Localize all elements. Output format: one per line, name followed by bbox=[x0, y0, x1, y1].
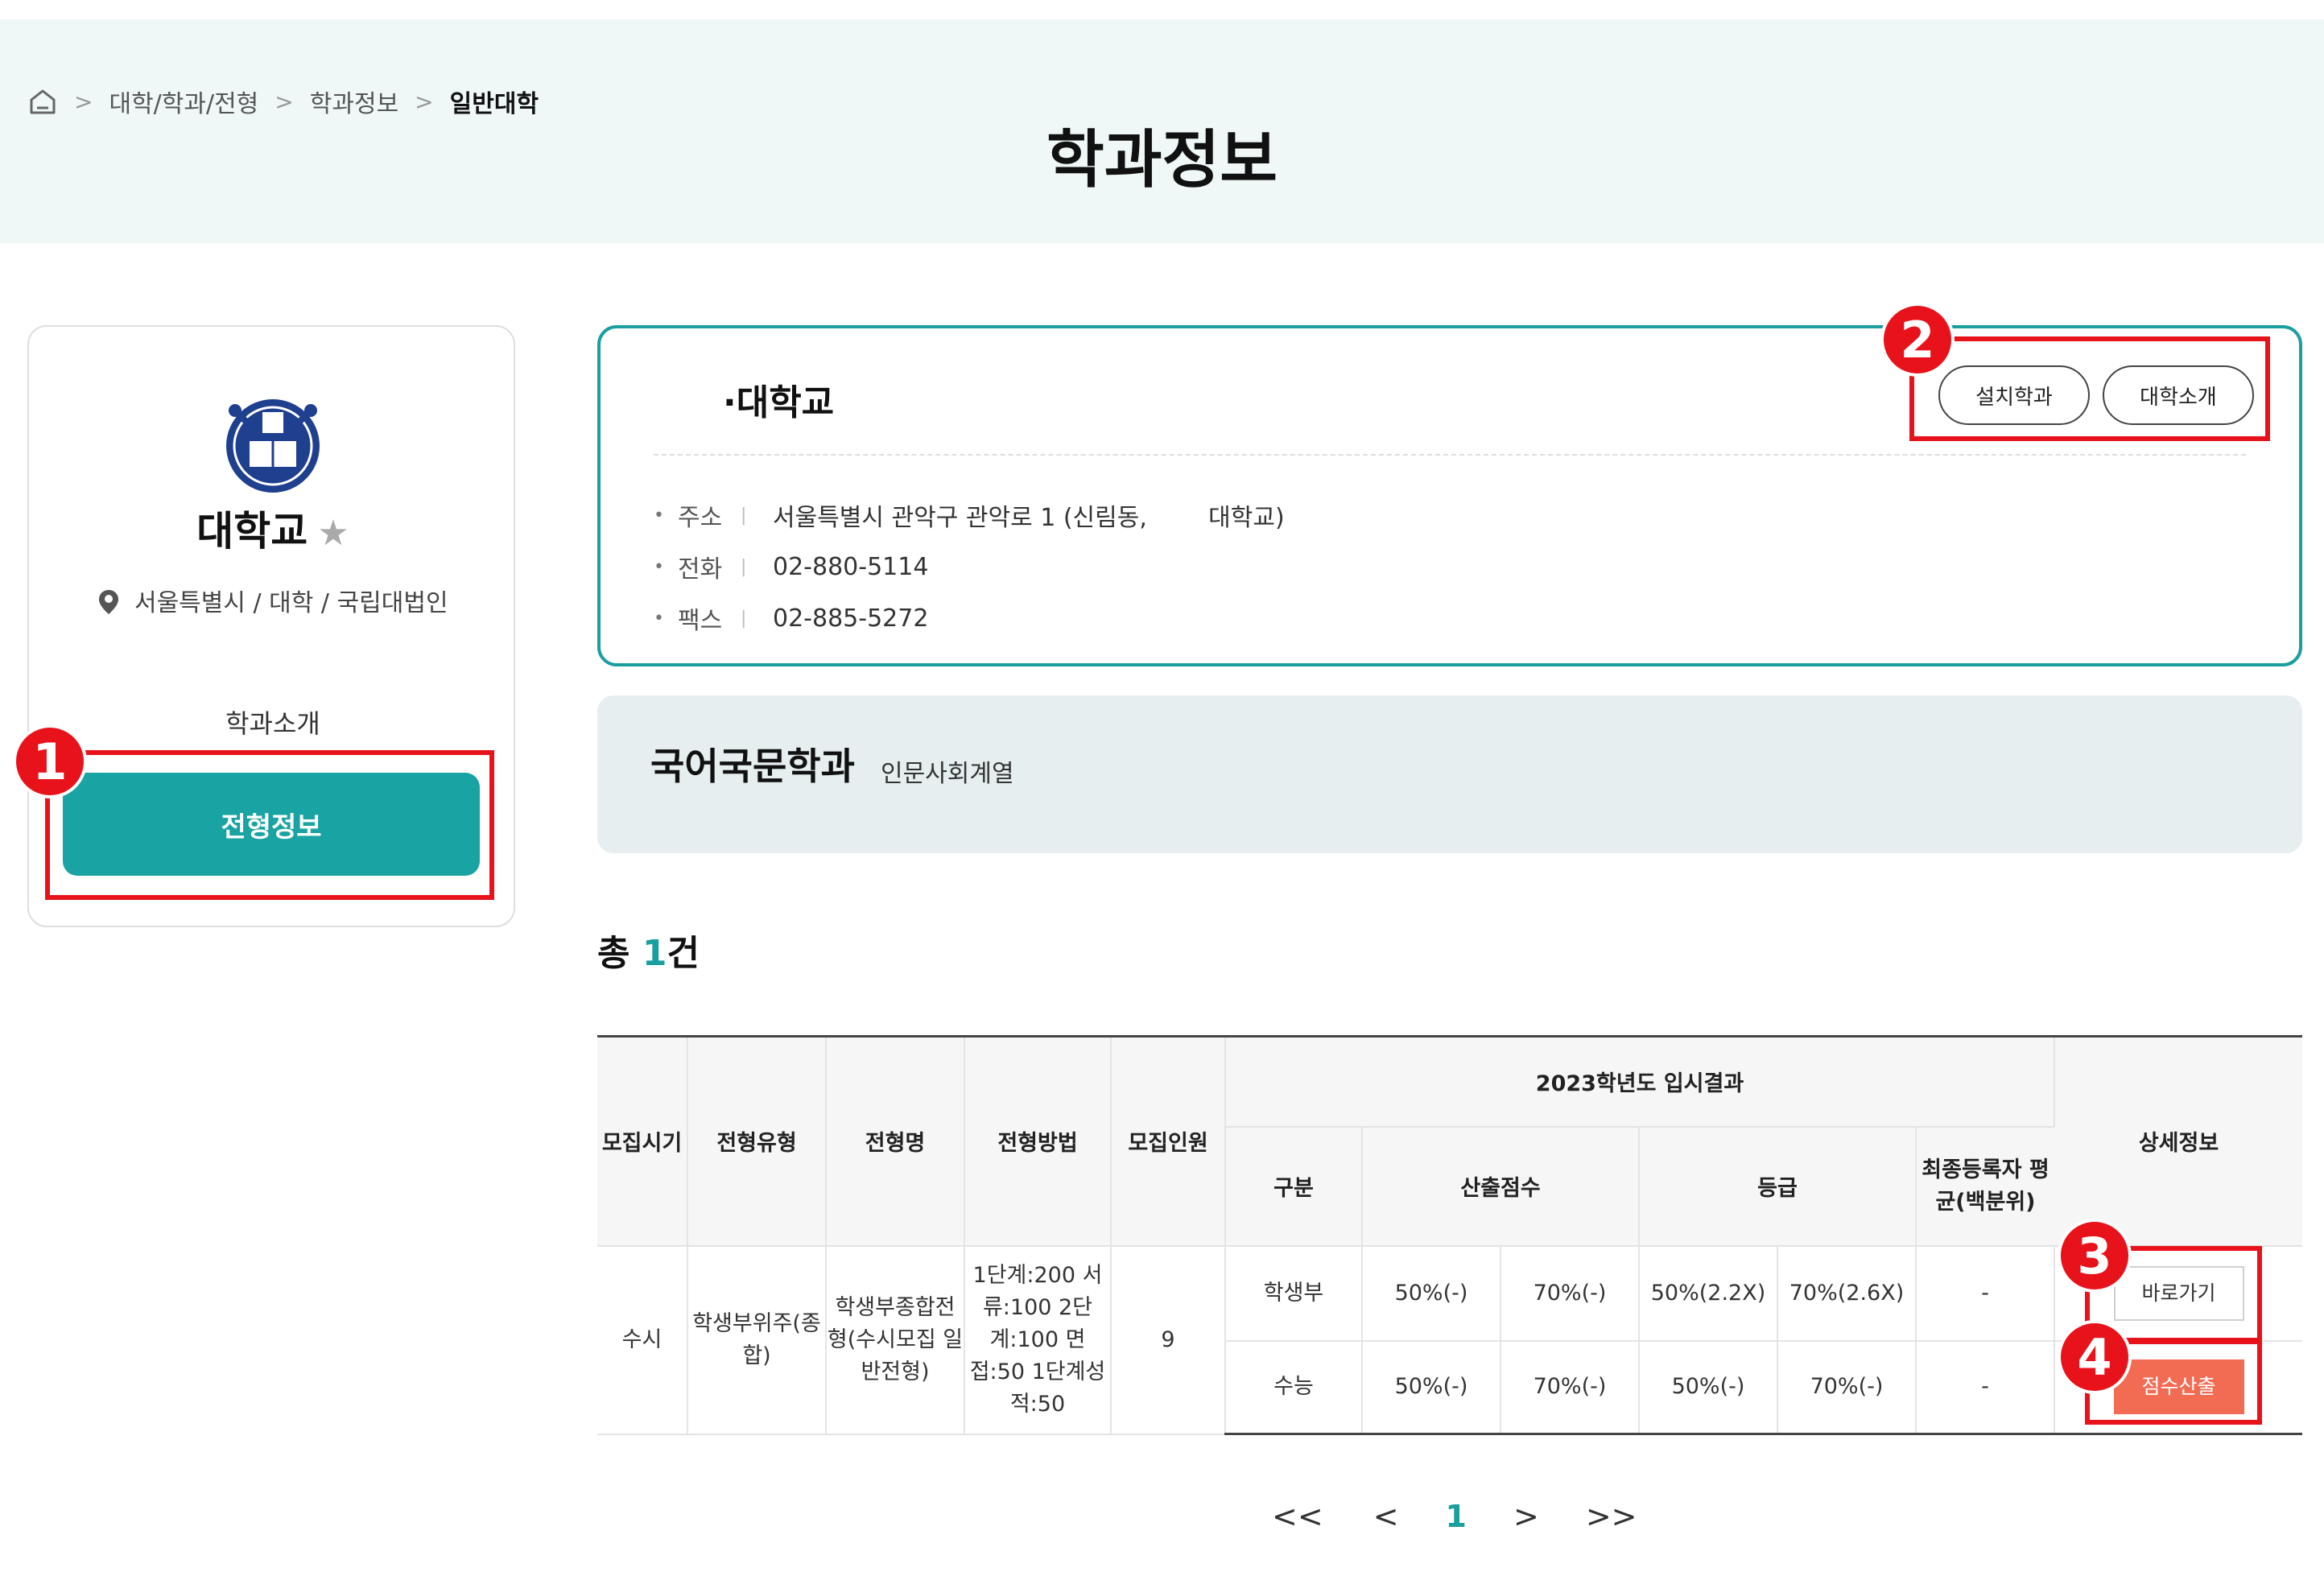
cell-quota: 9 bbox=[1111, 1245, 1226, 1435]
table-row: 수시 학생부위주(종합) 학생부종합전형(수시모집 일반전형) 1단계:200 … bbox=[597, 1245, 2302, 1435]
total-count: 총 1건 bbox=[597, 924, 700, 976]
cell-method: 1단계:200 서류:100 2단계:100 면접:50 1단계성적:50 bbox=[964, 1245, 1112, 1435]
info-value: 02-880-5114 bbox=[773, 552, 929, 581]
info-list: • 주소 | 서울특별시 관악구 관악로 1 (신림동, 대학교) • 전화 |… bbox=[654, 489, 1285, 644]
annotation-badge-4: 4 bbox=[2058, 1320, 2132, 1394]
pagination: << < 1 > >> bbox=[1272, 1499, 1637, 1534]
cell-score: 50%(-) bbox=[1362, 1340, 1501, 1435]
info-value: 02-885-5272 bbox=[773, 604, 929, 633]
total-prefix: 총 bbox=[597, 933, 642, 974]
page-title: 학과정보 bbox=[1046, 124, 1278, 196]
header-grade: 등급 bbox=[1639, 1126, 1917, 1247]
info-item-fax: • 팩스 | 02-885-5272 bbox=[654, 592, 1285, 644]
header-period: 모집시기 bbox=[597, 1035, 688, 1247]
cell-grade: 70%(-) bbox=[1777, 1340, 1917, 1435]
department-name: 국어국문학과 bbox=[650, 745, 855, 788]
cell-period: 수시 bbox=[597, 1245, 688, 1435]
first-page-button[interactable]: << bbox=[1272, 1499, 1323, 1534]
cell-division: 수능 bbox=[1225, 1340, 1363, 1435]
last-page-button[interactable]: >> bbox=[1586, 1499, 1637, 1534]
cell-grade: 50%(2.2X) bbox=[1639, 1245, 1778, 1342]
page-header: > 대학/학과/전형 > 학과정보 > 일반대학 학과정보 bbox=[0, 19, 2324, 243]
info-item-phone: • 전화 | 02-880-5114 bbox=[654, 541, 1285, 592]
cell-grade: 50%(-) bbox=[1639, 1340, 1778, 1435]
annotation-badge-2: 2 bbox=[1880, 303, 1955, 377]
header-detail: 상세정보 bbox=[2054, 1035, 2302, 1247]
dept-intro-link[interactable]: 학과소개 bbox=[29, 703, 517, 741]
header-final-avg: 최종등록자 평균(백분위) bbox=[1916, 1126, 2054, 1247]
annotation-badge-1: 1 bbox=[13, 724, 87, 798]
separator: | bbox=[741, 556, 747, 577]
location-pin-icon bbox=[99, 590, 119, 614]
info-value: 서울특별시 관악구 관악로 1 (신림동, 대학교) bbox=[773, 504, 1285, 532]
highlight-box-1 bbox=[45, 750, 494, 900]
header-method: 전형방법 bbox=[964, 1035, 1112, 1247]
total-suffix: 건 bbox=[667, 933, 700, 974]
header-name: 전형명 bbox=[826, 1035, 965, 1247]
cell-final: - bbox=[1916, 1245, 2055, 1342]
bullet-icon: • bbox=[654, 556, 664, 577]
total-number: 1 bbox=[642, 933, 667, 974]
cell-score: 70%(-) bbox=[1500, 1245, 1640, 1342]
separator: | bbox=[741, 505, 747, 526]
department-category: 인문사회계열 bbox=[881, 760, 1014, 788]
star-icon[interactable]: ★ bbox=[317, 513, 349, 554]
department-banner: 국어국문학과 인문사회계열 bbox=[597, 695, 2302, 853]
header-division: 구분 bbox=[1225, 1126, 1363, 1247]
admission-table: 모집시기 전형유형 전형명 전형방법 모집인원 2023학년도 입시결과 상세정… bbox=[597, 1035, 2302, 1435]
cell-final: - bbox=[1916, 1340, 2055, 1435]
header-quota: 모집인원 bbox=[1111, 1035, 1226, 1247]
cell-grade: 70%(2.6X) bbox=[1777, 1245, 1917, 1342]
university-name: 대학교 ★ bbox=[29, 499, 517, 557]
separator: | bbox=[741, 608, 747, 629]
divider bbox=[654, 454, 2246, 456]
university-name-text: 대학교 bbox=[196, 508, 308, 555]
cell-score: 50%(-) bbox=[1362, 1245, 1501, 1342]
cell-score: 70%(-) bbox=[1500, 1340, 1640, 1435]
next-page-button[interactable]: > bbox=[1513, 1499, 1539, 1534]
info-item-address: • 주소 | 서울특별시 관악구 관악로 1 (신림동, 대학교) bbox=[654, 489, 1285, 541]
university-info-title: ·대학교 bbox=[723, 382, 835, 423]
info-label: 전화 bbox=[678, 555, 723, 584]
annotation-badge-3: 3 bbox=[2058, 1219, 2132, 1293]
cell-type: 학생부위주(종합) bbox=[687, 1245, 827, 1435]
info-label: 주소 bbox=[678, 504, 723, 532]
bullet-icon: • bbox=[654, 608, 664, 629]
header-calc-score: 산출점수 bbox=[1362, 1126, 1640, 1247]
cell-name: 학생부종합전형(수시모집 일반전형) bbox=[826, 1245, 965, 1435]
prev-page-button[interactable]: < bbox=[1373, 1499, 1399, 1534]
header-type: 전형유형 bbox=[687, 1035, 827, 1247]
university-logo bbox=[226, 399, 320, 493]
cell-division: 학생부 bbox=[1225, 1245, 1363, 1342]
info-label: 팩스 bbox=[678, 607, 723, 635]
page-number[interactable]: 1 bbox=[1446, 1499, 1467, 1534]
highlight-box-2 bbox=[1909, 336, 2270, 441]
location-text: 서울특별시 / 대학 / 국립대법인 bbox=[134, 589, 448, 617]
bullet-icon: • bbox=[654, 505, 664, 526]
university-location: 서울특별시 / 대학 / 국립대법인 bbox=[29, 583, 517, 618]
header-result-group: 2023학년도 입시결과 bbox=[1225, 1035, 2055, 1128]
